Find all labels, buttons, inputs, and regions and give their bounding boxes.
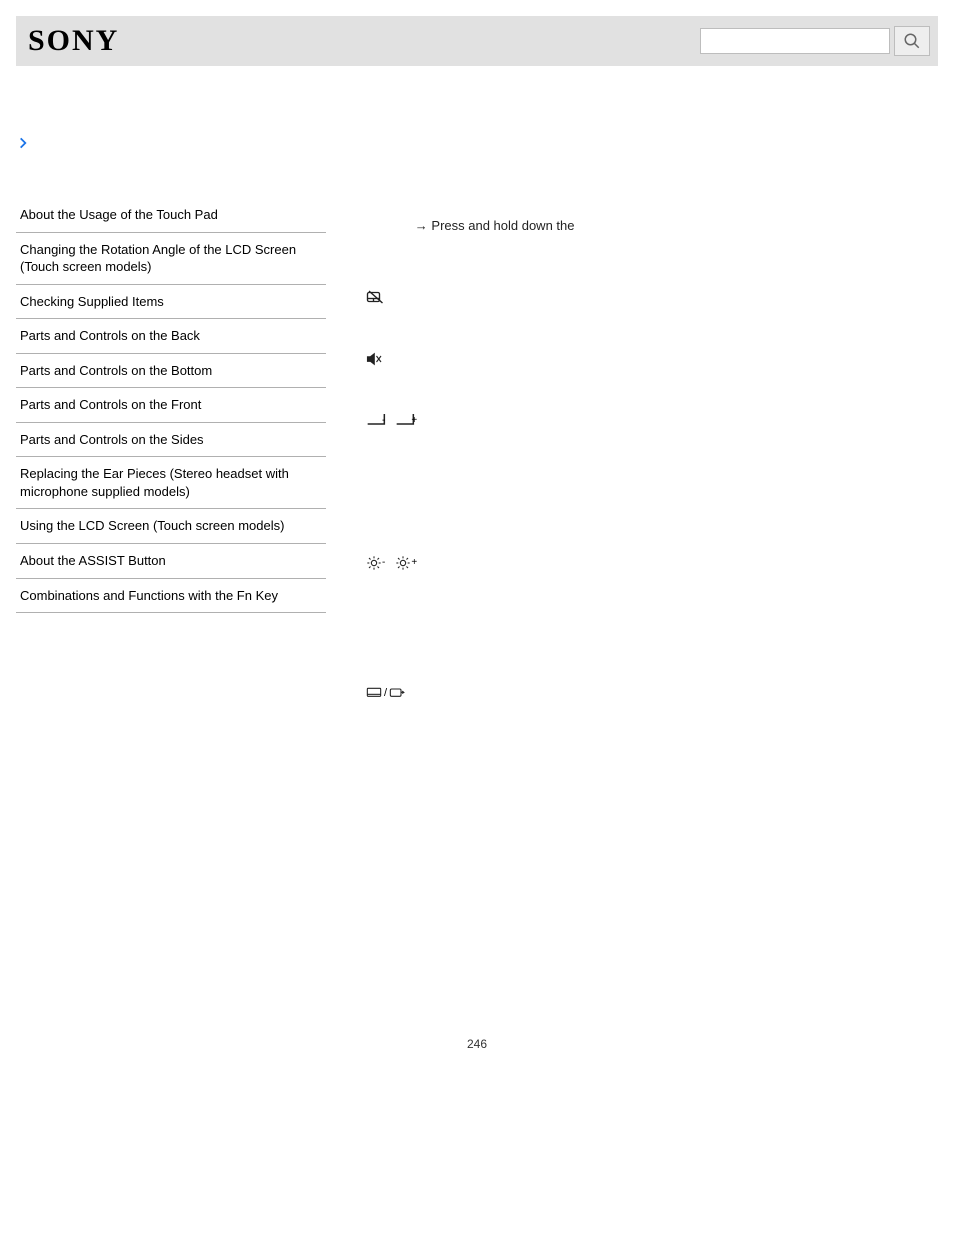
brightness-down-icon — [366, 555, 382, 571]
brand-logo: Sony — [24, 24, 123, 58]
sidebar-item-parts-front[interactable]: Parts and Controls on the Front — [16, 388, 326, 423]
breadcrumb[interactable]: Parts Description — [16, 136, 326, 150]
sidebar-item-parts-bottom[interactable]: Parts and Controls on the Bottom — [16, 354, 326, 389]
search-icon — [903, 32, 921, 50]
sidebar-item-label: About the Usage of the Touch Pad — [20, 207, 218, 222]
page-header: Sony — [16, 16, 938, 66]
sidebar-item-label: Parts and Controls on the Sides — [20, 432, 204, 447]
sidebar-item-lcd-screen[interactable]: Using the LCD Screen (Touch screen model… — [16, 509, 326, 544]
sidebar-item-label: Parts and Controls on the Bottom — [20, 363, 212, 378]
main-content: x Fn + F2 → Press and hold down the Enab… — [326, 76, 938, 717]
intro-paragraph: x — [366, 186, 928, 206]
fn-f5-f6-row: - + Press the button repeatedly to adjus… — [366, 553, 928, 612]
plus-sign: + — [411, 415, 417, 426]
fn-f3-f4-row: - + Press the button repeatedly to adjus… — [366, 410, 928, 469]
sidebar-item-parts-back[interactable]: Parts and Controls on the Back — [16, 319, 326, 354]
fn-f2-row: Turns on and off the volume. — [366, 349, 928, 369]
sidebar-item-label: Combinations and Functions with the Fn K… — [20, 588, 278, 603]
brightness-up-icon — [395, 555, 411, 571]
slash: / — [384, 687, 387, 699]
minus-sign: - — [382, 557, 385, 568]
sidebar-item-label: Parts and Controls on the Back — [20, 328, 200, 343]
sidebar-item-touch-pad-usage[interactable]: About the Usage of the Touch Pad — [16, 198, 326, 233]
sidebar: Parts Description About the Usage of the… — [16, 76, 326, 717]
fn-f7-row: / Switches the display output to an exte… — [366, 685, 928, 705]
sidebar-item-label: Using the LCD Screen (Touch screen model… — [20, 518, 284, 533]
search-button[interactable] — [894, 26, 930, 56]
search-input[interactable] — [700, 28, 890, 54]
page-number: 246 — [0, 1037, 954, 1051]
sidebar-item-label: Parts and Controls on the Front — [20, 397, 201, 412]
external-display-icon — [389, 687, 405, 699]
sidebar-item-fn-key[interactable]: Combinations and Functions with the Fn K… — [16, 579, 326, 614]
example-arrow-text: → Press and hold down the — [415, 218, 575, 233]
sidebar-item-ear-pieces[interactable]: Replacing the Ear Pieces (Stereo headset… — [16, 457, 326, 509]
minus-sign: - — [382, 415, 385, 426]
mute-icon — [366, 351, 384, 367]
lcd-icon — [366, 687, 382, 699]
sidebar-item-label: Checking Supplied Items — [20, 294, 164, 309]
sidebar-item-label: Changing the Rotation Angle of the LCD S… — [20, 242, 296, 275]
chevron-right-icon — [16, 136, 30, 150]
fn-f1-row: Enables or disables the touch pad. — [366, 287, 928, 307]
sidebar-item-rotation-angle[interactable]: Changing the Rotation Angle of the LCD S… — [16, 233, 326, 285]
plus-sign: + — [411, 557, 417, 568]
sidebar-item-assist-button[interactable]: About the ASSIST Button — [16, 544, 326, 579]
sidebar-item-parts-sides[interactable]: Parts and Controls on the Sides — [16, 423, 326, 458]
sidebar-item-label: Replacing the Ear Pieces (Stereo headset… — [20, 466, 289, 499]
sidebar-item-label: About the ASSIST Button — [20, 553, 166, 568]
sidebar-item-supplied-items[interactable]: Checking Supplied Items — [16, 285, 326, 320]
touchpad-off-icon — [366, 289, 384, 305]
search-area — [700, 26, 930, 56]
